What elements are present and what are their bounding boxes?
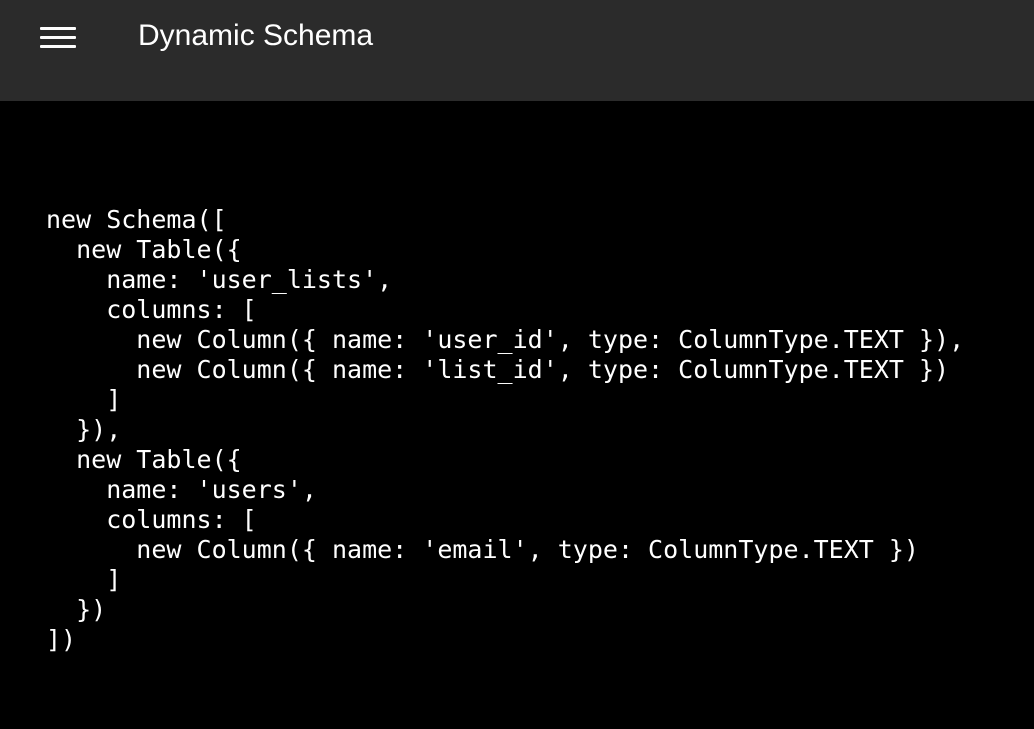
- menu-button[interactable]: [30, 17, 86, 59]
- code-area: new Schema([ new Table({ name: 'user_lis…: [0, 101, 1034, 729]
- code-line: new Table({: [46, 235, 242, 264]
- code-line: new Table({: [46, 445, 242, 474]
- hamburger-menu-icon: [40, 27, 76, 51]
- code-line: new Column({ name: 'list_id', type: Colu…: [46, 355, 950, 384]
- code-line: ]: [46, 385, 122, 414]
- schema-code-block: new Schema([ new Table({ name: 'user_lis…: [46, 205, 964, 655]
- code-line: columns: [: [46, 505, 257, 534]
- code-line: name: 'user_lists',: [46, 265, 393, 294]
- code-line: }): [46, 595, 107, 624]
- page-title: Dynamic Schema: [138, 19, 374, 52]
- code-line: }),: [46, 415, 122, 444]
- code-line: ]: [46, 565, 122, 594]
- code-line: ]): [46, 625, 77, 654]
- code-line: columns: [: [46, 295, 257, 324]
- code-line: new Schema([: [46, 205, 227, 234]
- code-line: new Column({ name: 'email', type: Column…: [46, 535, 919, 564]
- code-line: name: 'users',: [46, 475, 317, 504]
- app-bar: Dynamic Schema: [0, 0, 1034, 101]
- code-line: new Column({ name: 'user_id', type: Colu…: [46, 325, 965, 354]
